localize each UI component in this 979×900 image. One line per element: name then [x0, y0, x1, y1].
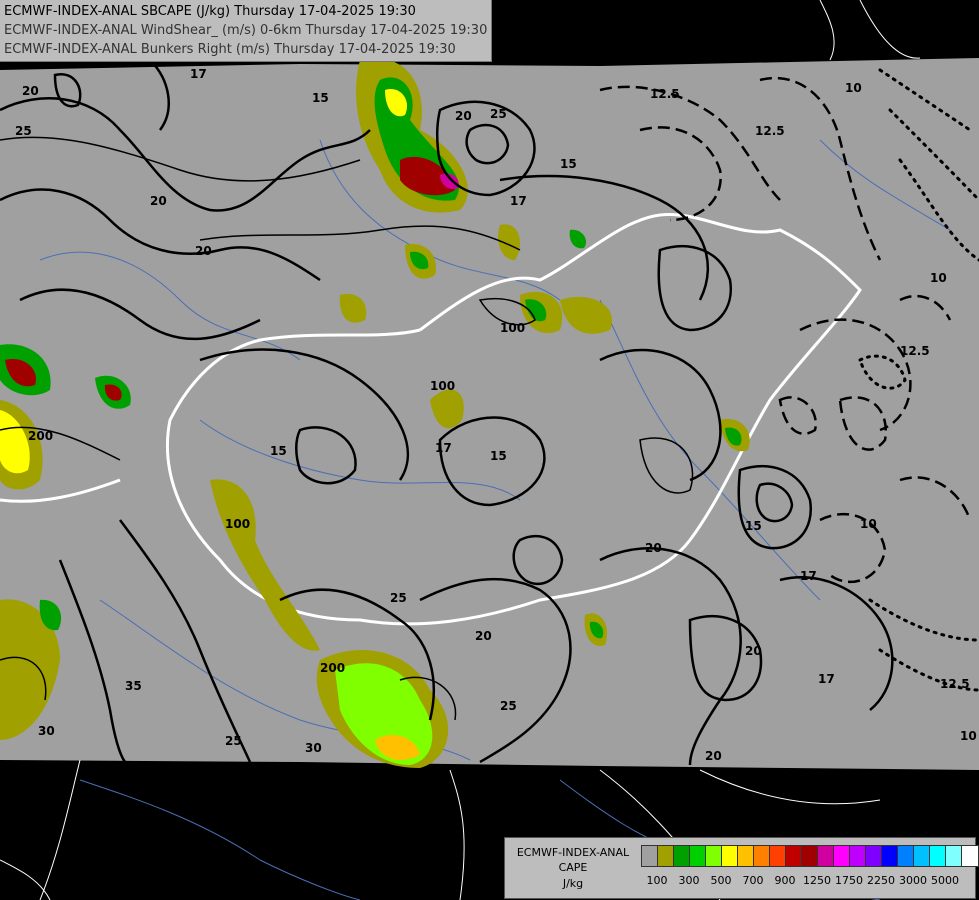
contour-label: 35: [125, 679, 142, 693]
contour-label: 20: [475, 629, 492, 643]
contour-label: 30: [305, 741, 322, 755]
contour-label: 20: [455, 109, 472, 123]
legend-tick-label: 3000: [899, 874, 927, 887]
contour-label: 100: [500, 321, 525, 335]
contour-label: 25: [15, 124, 32, 138]
contour-label: 15: [490, 449, 507, 463]
contour-label: 15: [560, 157, 577, 171]
legend-swatch: [961, 845, 979, 867]
contour-label: 20: [745, 644, 762, 658]
contour-label: 12.5: [940, 677, 970, 691]
title-line-windshear: ECMWF-INDEX-ANAL WindShear_ (m/s) 0-6km …: [4, 23, 488, 38]
legend-title-line3: J/kg: [562, 877, 584, 890]
legend-title-line1: ECMWF-INDEX-ANAL: [516, 846, 630, 859]
contour-label: 10: [860, 517, 877, 531]
legend-tick-label: 1750: [835, 874, 863, 887]
contour-label: 25: [225, 734, 242, 748]
contour-label: 12.5: [755, 124, 785, 138]
legend-tick-label: 700: [742, 874, 764, 887]
contour-label: 25: [390, 591, 407, 605]
legend-tick-label: 2250: [867, 874, 895, 887]
contour-label: 15: [745, 519, 762, 533]
contour-label: 100: [225, 517, 250, 531]
contour-label: 25: [500, 699, 517, 713]
contour-label: 20: [195, 244, 212, 258]
contour-label: 10: [960, 729, 977, 743]
title-line-bunkers: ECMWF-INDEX-ANAL Bunkers Right (m/s) Thu…: [4, 42, 456, 57]
contour-label: 17: [818, 672, 835, 686]
contour-label: 20: [150, 194, 167, 208]
contour-label: 12.5: [650, 87, 680, 101]
contour-label: 17: [800, 569, 817, 583]
legend-tick-label: 100: [646, 874, 668, 887]
contour-label: 10: [930, 271, 947, 285]
contour-label: 200: [28, 429, 53, 443]
contour-label: 30: [38, 724, 55, 738]
contour-label: 200: [320, 661, 345, 675]
legend-tick-label: 300: [678, 874, 700, 887]
contour-label: 25: [490, 107, 507, 121]
contour-label: 17: [510, 194, 527, 208]
contour-label: 20: [22, 84, 39, 98]
map-title-block: ECMWF-INDEX-ANAL SBCAPE (J/kg) Thursday …: [0, 0, 493, 62]
contour-label: 20: [645, 541, 662, 555]
contour-label: 17: [435, 441, 452, 455]
legend-tick-label: 500: [710, 874, 732, 887]
contour-label: 100: [430, 379, 455, 393]
contour-label: 20: [705, 749, 722, 763]
model-domain: [0, 58, 979, 770]
cape-legend: ECMWF-INDEX-ANAL CAPE J/kg 100 300 500 700 9…: [504, 837, 979, 899]
legend-tick-label: 900: [774, 874, 796, 887]
contour-label: 17: [190, 67, 207, 81]
contour-label: 12.5: [900, 344, 930, 358]
contour-label: 15: [270, 444, 287, 458]
legend-tick-label: 1250: [803, 874, 831, 887]
weather-map: 20 17 15 25 20 17 15 12.5 10 12.5 12.5 1…: [0, 0, 979, 900]
contour-label: 15: [312, 91, 329, 105]
contour-label: 10: [845, 81, 862, 95]
title-line-cape: ECMWF-INDEX-ANAL SBCAPE (J/kg) Thursday …: [4, 4, 416, 19]
legend-title-line2: CAPE: [558, 861, 588, 874]
legend-tick-label: 5000: [931, 874, 959, 887]
